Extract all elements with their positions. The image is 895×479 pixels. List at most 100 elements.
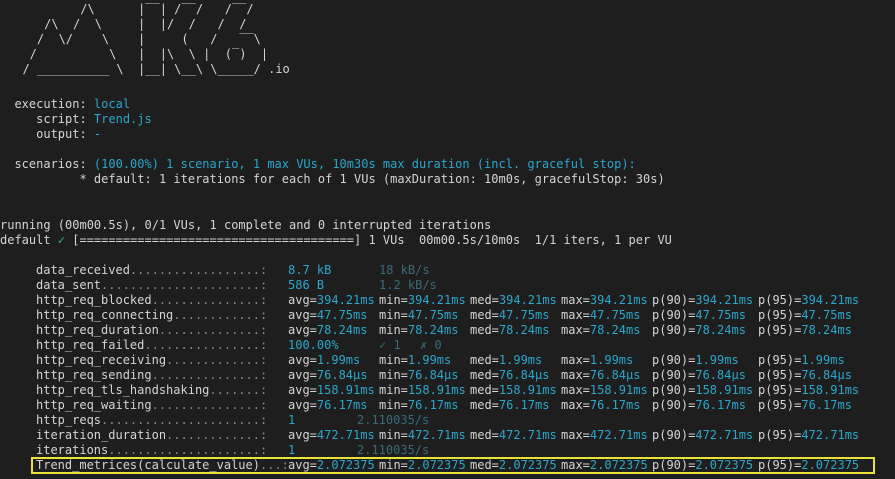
metric-value: 2.110035/s	[357, 443, 430, 457]
metric-value: 2.110035/s	[357, 413, 430, 427]
output-line: output: -	[0, 127, 101, 142]
check-icon: ✓	[57, 233, 66, 247]
metric-value: med=1.99ms	[470, 353, 543, 367]
metric-value: 100.00%	[288, 338, 339, 352]
metric-name: http_req_tls_handshaking.......:	[36, 383, 268, 397]
metric-value: p(95)=47.75ms	[758, 308, 852, 322]
running-status: running (00m00.5s), 0/1 VUs, 1 complete …	[0, 218, 492, 232]
metric-value: max=76.84µs	[561, 368, 641, 382]
execution-value: local	[93, 97, 131, 111]
metric-value: 1.2 kB/s	[379, 278, 437, 292]
output-value: -	[93, 127, 102, 141]
metric-name: http_req_blocked...............:	[36, 293, 268, 307]
k6-logo-suffix: .io	[260, 62, 290, 76]
metric-value: min=1.99ms	[379, 353, 452, 367]
metric-value: p(90)=76.84µs	[652, 368, 746, 382]
metric-value: med=78.24ms	[470, 323, 550, 337]
execution-label: execution:	[0, 97, 94, 111]
terminal-window: /\ |‾‾| /‾‾/ /‾‾/ /\ / \ | |/ / / / / \/…	[0, 0, 895, 479]
metric-value: min=158.91ms	[379, 383, 466, 397]
metric-value: p(95)=76.17ms	[758, 398, 852, 412]
metric-value: max=472.71ms	[561, 428, 648, 442]
metric-value: p(95)=1.99ms	[758, 353, 845, 367]
metric-dots: ............:	[173, 308, 268, 322]
metric-dots: .....................:	[108, 443, 268, 457]
highlight-box	[31, 457, 875, 474]
metric-name: http_req_receiving.............:	[36, 353, 268, 367]
metric-value: p(90)=472.71ms	[652, 428, 754, 442]
scenarios-line: scenarios: (100.00%) 1 scenario, 1 max V…	[0, 157, 635, 172]
metric-value: p(95)=158.91ms	[758, 383, 860, 397]
metric-value: ✓ 1	[379, 338, 401, 352]
metric-value: 18 kB/s	[379, 263, 430, 277]
metric-name: http_req_duration..............:	[36, 323, 268, 337]
metric-value: min=394.21ms	[379, 293, 466, 307]
metric-value: 8.7 kB	[288, 263, 332, 277]
metric-value: p(90)=1.99ms	[652, 353, 739, 367]
metric-value: med=158.91ms	[470, 383, 557, 397]
metric-name: data_received..................:	[36, 263, 268, 277]
metric-value: max=76.17ms	[561, 398, 641, 412]
metric-value: p(90)=78.24ms	[652, 323, 746, 337]
metric-value: avg=472.71ms	[288, 428, 375, 442]
execution-line: execution: local	[0, 97, 130, 112]
metric-value: p(90)=47.75ms	[652, 308, 746, 322]
k6-logo: /\ |‾‾| /‾‾/ /‾‾/ /\ / \ | |/ / / / / \/…	[8, 2, 290, 77]
metric-value: avg=76.17ms	[288, 398, 368, 412]
script-line: script: Trend.js	[0, 112, 152, 127]
metric-name: http_req_connecting............:	[36, 308, 268, 322]
metric-value: avg=47.75ms	[288, 308, 368, 322]
metric-value: max=78.24ms	[561, 323, 641, 337]
metric-dots: .............:	[166, 353, 268, 367]
metric-value: avg=78.24ms	[288, 323, 368, 337]
metric-value: 1	[288, 413, 296, 427]
scenario-name: default	[0, 233, 58, 247]
metric-name: iterations.....................:	[36, 443, 268, 457]
metric-name: http_req_waiting...............:	[36, 398, 268, 412]
metric-dots: ..................:	[129, 263, 268, 277]
metric-value: p(90)=158.91ms	[652, 383, 754, 397]
k6-logo-art: /\ |‾‾| /‾‾/ /‾‾/ /\ / \ | |/ / / / / \/…	[22, 2, 269, 76]
metric-value: med=394.21ms	[470, 293, 557, 307]
metric-dots: ......................:	[101, 278, 268, 292]
metric-name: http_reqs......................:	[36, 413, 268, 427]
scenarios-label: scenarios:	[0, 157, 94, 171]
metric-value: avg=394.21ms	[288, 293, 375, 307]
progress-bar: [======================================]…	[65, 233, 672, 247]
metric-value: min=76.84µs	[379, 368, 459, 382]
metric-value: max=1.99ms	[561, 353, 634, 367]
output-label: output:	[0, 127, 94, 141]
metric-dots: .......:	[209, 383, 268, 397]
metric-value: med=76.84µs	[470, 368, 550, 382]
metric-value: med=47.75ms	[470, 308, 550, 322]
metric-value: max=394.21ms	[561, 293, 648, 307]
metric-dots: ...............:	[151, 398, 268, 412]
metric-value: 1	[288, 443, 296, 457]
metric-name: http_req_failed................:	[36, 338, 268, 352]
metric-dots: ...............:	[151, 293, 268, 307]
metric-dots: ................:	[144, 338, 268, 352]
metric-value: avg=158.91ms	[288, 383, 375, 397]
metric-value: p(90)=76.17ms	[652, 398, 746, 412]
metric-value: min=76.17ms	[379, 398, 459, 412]
metric-value: ✗ 0	[420, 338, 442, 352]
metric-dots: ..............:	[158, 323, 268, 337]
metric-value: avg=76.84µs	[288, 368, 368, 382]
metric-value: p(95)=394.21ms	[758, 293, 860, 307]
metric-value: max=47.75ms	[561, 308, 641, 322]
metric-name: iteration_duration.............:	[36, 428, 268, 442]
metric-value: p(95)=76.84µs	[758, 368, 852, 382]
metric-dots: ...............:	[151, 368, 268, 382]
metric-value: min=47.75ms	[379, 308, 459, 322]
scenarios-detail: * default: 1 iterations for each of 1 VU…	[0, 172, 665, 186]
metric-value: 586 B	[288, 278, 325, 292]
metric-name: http_req_sending...............:	[36, 368, 268, 382]
metric-dots: .............:	[166, 428, 268, 442]
metric-value: max=158.91ms	[561, 383, 648, 397]
metric-value: med=472.71ms	[470, 428, 557, 442]
metric-value: min=472.71ms	[379, 428, 466, 442]
metric-dots: ......................:	[101, 413, 268, 427]
metric-value: p(90)=394.21ms	[652, 293, 754, 307]
metric-value: p(95)=472.71ms	[758, 428, 860, 442]
progress-line: default ✓ [=============================…	[0, 233, 672, 248]
